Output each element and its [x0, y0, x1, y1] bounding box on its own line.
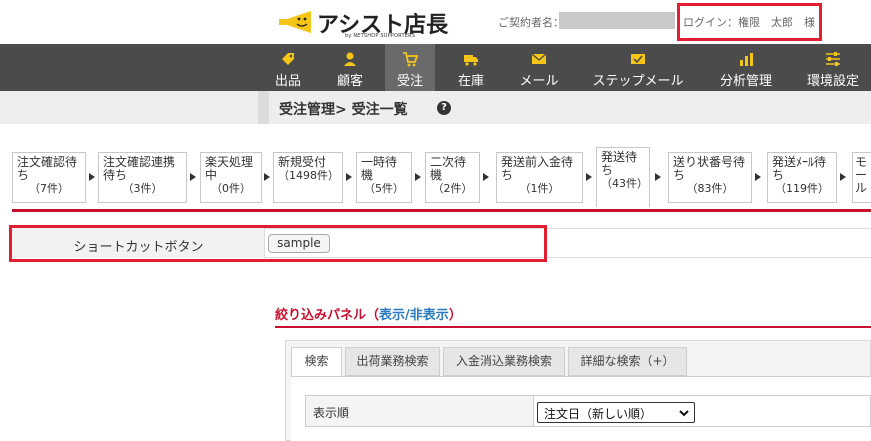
brand-logo[interactable]: アシスト店長 by NETSHOP SUPPORTERS [277, 6, 448, 40]
nav-label: 環境設定 [806, 74, 859, 89]
filter-divider [275, 326, 871, 328]
status-count: （1件） [519, 182, 560, 195]
nav-item-listing[interactable]: 出品 [266, 44, 310, 91]
nav-item-orders[interactable]: 受注 [385, 44, 435, 91]
flow-arrow-icon [483, 173, 489, 181]
nav-item-mail[interactable]: メール [514, 44, 564, 91]
flow-arrow-icon [655, 173, 661, 181]
sort-order-select[interactable]: 注文日（新しい順） [537, 402, 695, 423]
tab-advanced-search[interactable]: 詳細な検索（+） [568, 347, 687, 376]
status-count: （7件） [29, 182, 69, 195]
nav-item-customers[interactable]: 顧客 [326, 44, 374, 91]
tag-icon [282, 53, 294, 65]
status-name: 発送前入金待ち [501, 155, 574, 182]
brand-subtitle: by NETSHOP SUPPORTERS [345, 33, 416, 39]
flow-arrow-icon [264, 173, 270, 181]
nav-label: メール [519, 74, 559, 89]
sliders-icon [826, 52, 840, 66]
nav-item-inventory[interactable]: 在庫 [447, 44, 495, 91]
megaphone-logo-icon [279, 11, 311, 33]
nav-item-settings[interactable]: 環境設定 [803, 44, 863, 91]
nav-label: 在庫 [457, 74, 484, 89]
status-new-received[interactable]: 新規受付 （1498件） [273, 152, 343, 203]
help-icon[interactable]: ? [437, 101, 451, 115]
nav-item-step-mail[interactable]: ステップメール [588, 44, 688, 91]
status-name: 注文確認待ち [17, 155, 78, 182]
status-tracking-number-wait[interactable]: 送り状番号待ち （83件） [668, 152, 752, 203]
status-count: （119件） [775, 182, 829, 195]
status-count: （2件） [432, 182, 473, 195]
contract-name-label: ご契約者名： [498, 16, 564, 29]
status-name: 発送待ち [601, 150, 638, 177]
login-user-text: ログイン：権限 太郎 様 [683, 16, 815, 29]
flow-arrow-icon [840, 173, 846, 181]
status-order-confirm-wait[interactable]: 注文確認待ち （7件） [12, 152, 86, 203]
nav-label: 分析管理 [719, 74, 772, 89]
filter-hide-link[interactable]: 非表示 [410, 308, 449, 323]
title-accent-bar [258, 91, 269, 124]
status-order-confirm-link-wait[interactable]: 注文確認連携待ち （3件） [98, 152, 187, 203]
status-shipping-mail-wait[interactable]: 発送ﾒｰﾙ待ち （119件） [767, 152, 837, 203]
status-name: 発送ﾒｰﾙ待ち [772, 155, 827, 182]
page-title-band: 受注管理> 受注一覧 ? [0, 91, 871, 124]
filter-paren-close: ） [448, 308, 462, 323]
page-title: 受注管理> 受注一覧 [279, 102, 408, 118]
status-count: （0件） [211, 182, 251, 195]
shortcut-highlight-box [9, 225, 547, 262]
filter-paren-open: （ [366, 308, 380, 323]
chart-icon [740, 53, 753, 66]
status-mall[interactable]: モール [852, 152, 871, 203]
flow-arrow-icon [190, 173, 196, 181]
tab-shipping-search[interactable]: 出荷業務検索 [345, 347, 440, 376]
status-name: モール [855, 155, 868, 195]
sort-order-value: 注文日（新しい順） [544, 407, 653, 421]
filter-panel-title: 絞り込みパネル（表示/非表示） [275, 304, 462, 323]
status-count: （43件） [601, 177, 648, 190]
status-name: 送り状番号待ち [673, 155, 746, 182]
status-name: 楽天処理中 [205, 155, 254, 182]
flow-arrow-icon [415, 173, 421, 181]
status-prepayment-wait[interactable]: 発送前入金待ち （1件） [496, 152, 583, 203]
status-count: （1498件） [278, 169, 339, 182]
flow-arrow-icon [346, 173, 352, 181]
status-name: 一時待機 [361, 155, 398, 182]
flow-arrow-icon [89, 173, 95, 181]
app-header: アシスト店長 by NETSHOP SUPPORTERS ご契約者名： ログイン… [0, 0, 871, 44]
status-flow-divider [12, 209, 871, 212]
tab-search[interactable]: 検索 [291, 347, 342, 377]
contract-name-redacted [559, 12, 675, 29]
sort-order-label: 表示順 [313, 406, 350, 420]
status-secondary-hold[interactable]: 二次待機 （2件） [425, 152, 480, 203]
nav-label: 受注 [396, 74, 423, 89]
status-count: （83件） [686, 182, 734, 195]
status-temp-hold[interactable]: 一時待機 （5件） [356, 152, 412, 203]
nav-label: 出品 [274, 74, 301, 89]
status-name: 新規受付 [278, 155, 327, 169]
nav-label: 顧客 [336, 74, 363, 89]
truck-icon [464, 55, 478, 66]
step-mail-icon [631, 54, 645, 64]
filter-title-text: 絞り込みパネル [275, 308, 367, 323]
status-count: （3件） [122, 182, 163, 195]
flow-arrow-icon [586, 173, 592, 181]
status-shipping-wait[interactable]: 発送待ち （43件） [596, 147, 650, 207]
status-rakuten-processing[interactable]: 楽天処理中 （0件） [200, 152, 262, 203]
flow-arrow-icon [755, 173, 761, 181]
nav-label: ステップメール [592, 74, 684, 89]
chevron-down-icon [679, 410, 689, 417]
status-name: 注文確認連携待ち [103, 155, 176, 182]
status-count: （5件） [364, 182, 404, 195]
main-nav: 出品 顧客 受注 在庫 メール ステップメール 分析管理 環境設定 [0, 44, 871, 91]
cart-icon [403, 52, 418, 67]
nav-item-analytics[interactable]: 分析管理 [716, 44, 776, 91]
user-icon [344, 52, 356, 66]
tab-payment-search[interactable]: 入金消込業務検索 [443, 347, 565, 376]
mail-icon [531, 53, 547, 64]
filter-show-link[interactable]: 表示 [379, 308, 405, 323]
status-name: 二次待機 [430, 155, 467, 182]
